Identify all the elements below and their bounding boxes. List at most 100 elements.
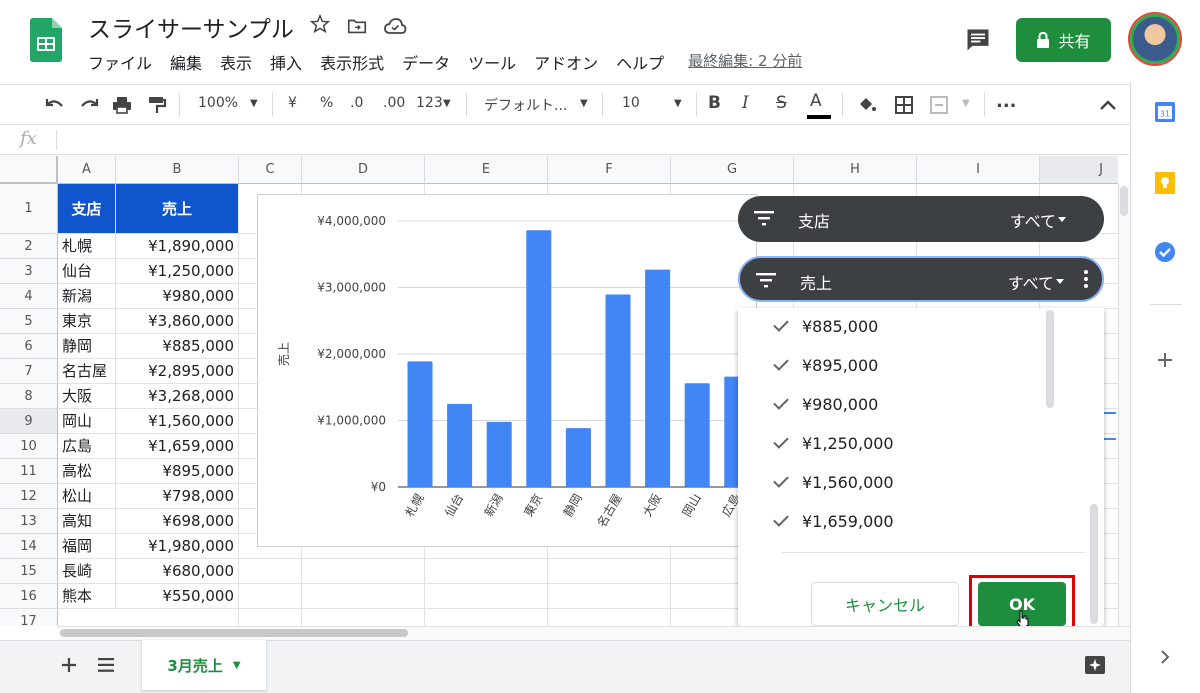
filter-option[interactable]: ¥1,250,000 — [773, 428, 894, 458]
row-header[interactable]: 13 — [0, 509, 58, 534]
sales-cell[interactable]: ¥1,560,000 — [116, 409, 239, 434]
more-options-button[interactable]: ... — [996, 91, 1017, 112]
header-cell-sales[interactable]: 売上 — [116, 184, 239, 234]
column-header[interactable]: J — [1040, 156, 1118, 184]
more-formats-button[interactable]: 123 — [416, 95, 443, 111]
menu-data[interactable]: データ — [402, 50, 450, 74]
branch-cell[interactable]: 福岡 — [58, 534, 116, 559]
sales-cell[interactable]: ¥885,000 — [116, 334, 239, 359]
row-header[interactable]: 15 — [0, 559, 58, 584]
menu-file[interactable]: ファイル — [88, 50, 152, 74]
expand-side-panel-icon[interactable] — [1158, 648, 1172, 666]
branch-cell[interactable]: 高知 — [58, 509, 116, 534]
slicer-branch[interactable]: 支店 すべて — [738, 196, 1104, 242]
branch-cell[interactable]: 熊本 — [58, 584, 116, 609]
select-all-corner[interactable] — [0, 156, 58, 184]
text-color-button[interactable]: A — [810, 91, 822, 111]
filter-option[interactable]: ¥980,000 — [773, 389, 878, 419]
header-cell-branch[interactable]: 支店 — [58, 184, 116, 234]
slicer-branch-value[interactable]: すべて — [1010, 208, 1056, 232]
branch-cell[interactable]: 札幌 — [58, 234, 116, 259]
slicer-sales-dropdown-icon[interactable] — [1056, 279, 1064, 284]
formula-bar[interactable] — [0, 124, 1130, 155]
sales-cell[interactable]: ¥550,000 — [116, 584, 239, 609]
menu-view[interactable]: 表示 — [220, 50, 252, 74]
sales-cell[interactable]: ¥680,000 — [116, 559, 239, 584]
options-scrollbar[interactable] — [1046, 310, 1054, 408]
share-button[interactable]: 共有 — [1016, 18, 1111, 62]
borders-icon[interactable] — [893, 94, 915, 116]
menu-format[interactable]: 表示形式 — [320, 50, 384, 74]
column-header[interactable]: E — [425, 156, 548, 184]
bold-button[interactable]: B — [708, 93, 721, 113]
row-header[interactable]: 12 — [0, 484, 58, 509]
sales-cell[interactable]: ¥1,659,000 — [116, 434, 239, 459]
branch-cell[interactable]: 長崎 — [58, 559, 116, 584]
filter-option[interactable]: ¥1,659,000 — [773, 506, 894, 536]
vertical-scrollbar[interactable] — [1118, 184, 1130, 626]
zoom-dropdown-icon[interactable]: ▼ — [250, 98, 258, 109]
sales-cell[interactable]: ¥3,268,000 — [116, 384, 239, 409]
branch-cell[interactable]: 新潟 — [58, 284, 116, 309]
sales-cell[interactable]: ¥1,250,000 — [116, 259, 239, 284]
undo-icon[interactable] — [44, 95, 66, 115]
sales-cell[interactable]: ¥698,000 — [116, 509, 239, 534]
percent-format-button[interactable]: % — [320, 95, 333, 111]
sales-cell[interactable]: ¥980,000 — [116, 284, 239, 309]
zoom-select[interactable]: 100% — [198, 95, 238, 111]
collapse-toolbar-icon[interactable] — [1098, 97, 1118, 113]
row-header[interactable]: 14 — [0, 534, 58, 559]
filter-option[interactable]: ¥895,000 — [773, 350, 878, 380]
calendar-icon[interactable]: 31 — [1153, 100, 1177, 124]
decrease-decimal-button[interactable]: .0 — [350, 95, 363, 111]
column-header[interactable]: I — [917, 156, 1040, 184]
keep-icon[interactable] — [1153, 170, 1177, 196]
menu-tools[interactable]: ツール — [468, 50, 516, 74]
bar-chart[interactable]: ¥0 ¥1,000,000 ¥2,000,000 ¥3,000,000 ¥4,000,0… — [257, 194, 758, 547]
branch-cell[interactable]: 高松 — [58, 459, 116, 484]
row-header[interactable]: 2 — [0, 234, 58, 259]
add-sheet-icon[interactable] — [60, 656, 78, 674]
column-header[interactable]: C — [239, 156, 302, 184]
sales-cell[interactable]: ¥798,000 — [116, 484, 239, 509]
row-header[interactable]: 10 — [0, 434, 58, 459]
column-header[interactable]: G — [671, 156, 794, 184]
cancel-button[interactable]: キャンセル — [811, 582, 959, 626]
column-header[interactable]: B — [116, 156, 239, 184]
branch-cell[interactable]: 松山 — [58, 484, 116, 509]
sales-cell[interactable]: ¥1,980,000 — [116, 534, 239, 559]
move-to-folder-icon[interactable] — [346, 15, 368, 37]
sheets-logo-icon[interactable] — [30, 18, 62, 62]
menu-insert[interactable]: 挿入 — [270, 50, 302, 74]
sales-cell[interactable]: ¥895,000 — [116, 459, 239, 484]
sheet-tab[interactable]: 3月売上 ▼ — [142, 640, 266, 690]
tasks-icon[interactable] — [1153, 240, 1177, 264]
font-size-select[interactable]: 10 — [622, 95, 640, 111]
row-header[interactable]: 3 — [0, 259, 58, 284]
column-header[interactable]: H — [794, 156, 917, 184]
menu-help[interactable]: ヘルプ — [616, 50, 664, 74]
row-header[interactable]: 5 — [0, 309, 58, 334]
branch-cell[interactable]: 静岡 — [58, 334, 116, 359]
column-header[interactable]: A — [58, 156, 116, 184]
font-select[interactable]: デフォルト... — [484, 95, 567, 115]
horizontal-scroll-thumb[interactable] — [60, 629, 408, 637]
vertical-scroll-thumb[interactable] — [1120, 186, 1128, 216]
more-formats-dropdown-icon[interactable]: ▼ — [443, 98, 451, 109]
row-header[interactable]: 8 — [0, 384, 58, 409]
menu-addons[interactable]: アドオン — [534, 50, 598, 74]
row-header[interactable]: 16 — [0, 584, 58, 609]
star-icon[interactable] — [309, 13, 331, 35]
menu-edit[interactable]: 編集 — [170, 50, 202, 74]
column-header[interactable]: D — [302, 156, 425, 184]
row-header[interactable]: 17 — [0, 609, 58, 626]
fill-color-icon[interactable] — [856, 94, 878, 116]
row-header[interactable]: 1 — [0, 184, 58, 234]
sheet-tab-dropdown-icon[interactable]: ▼ — [233, 660, 241, 671]
row-header[interactable]: 9 — [0, 409, 58, 434]
font-size-dropdown-icon[interactable]: ▼ — [674, 98, 682, 109]
last-edit-link[interactable]: 最終編集: 2 分前 — [688, 50, 802, 74]
sales-cell[interactable]: ¥3,860,000 — [116, 309, 239, 334]
slicer-sales[interactable]: 売上 すべて — [738, 256, 1104, 302]
branch-cell[interactable]: 仙台 — [58, 259, 116, 284]
